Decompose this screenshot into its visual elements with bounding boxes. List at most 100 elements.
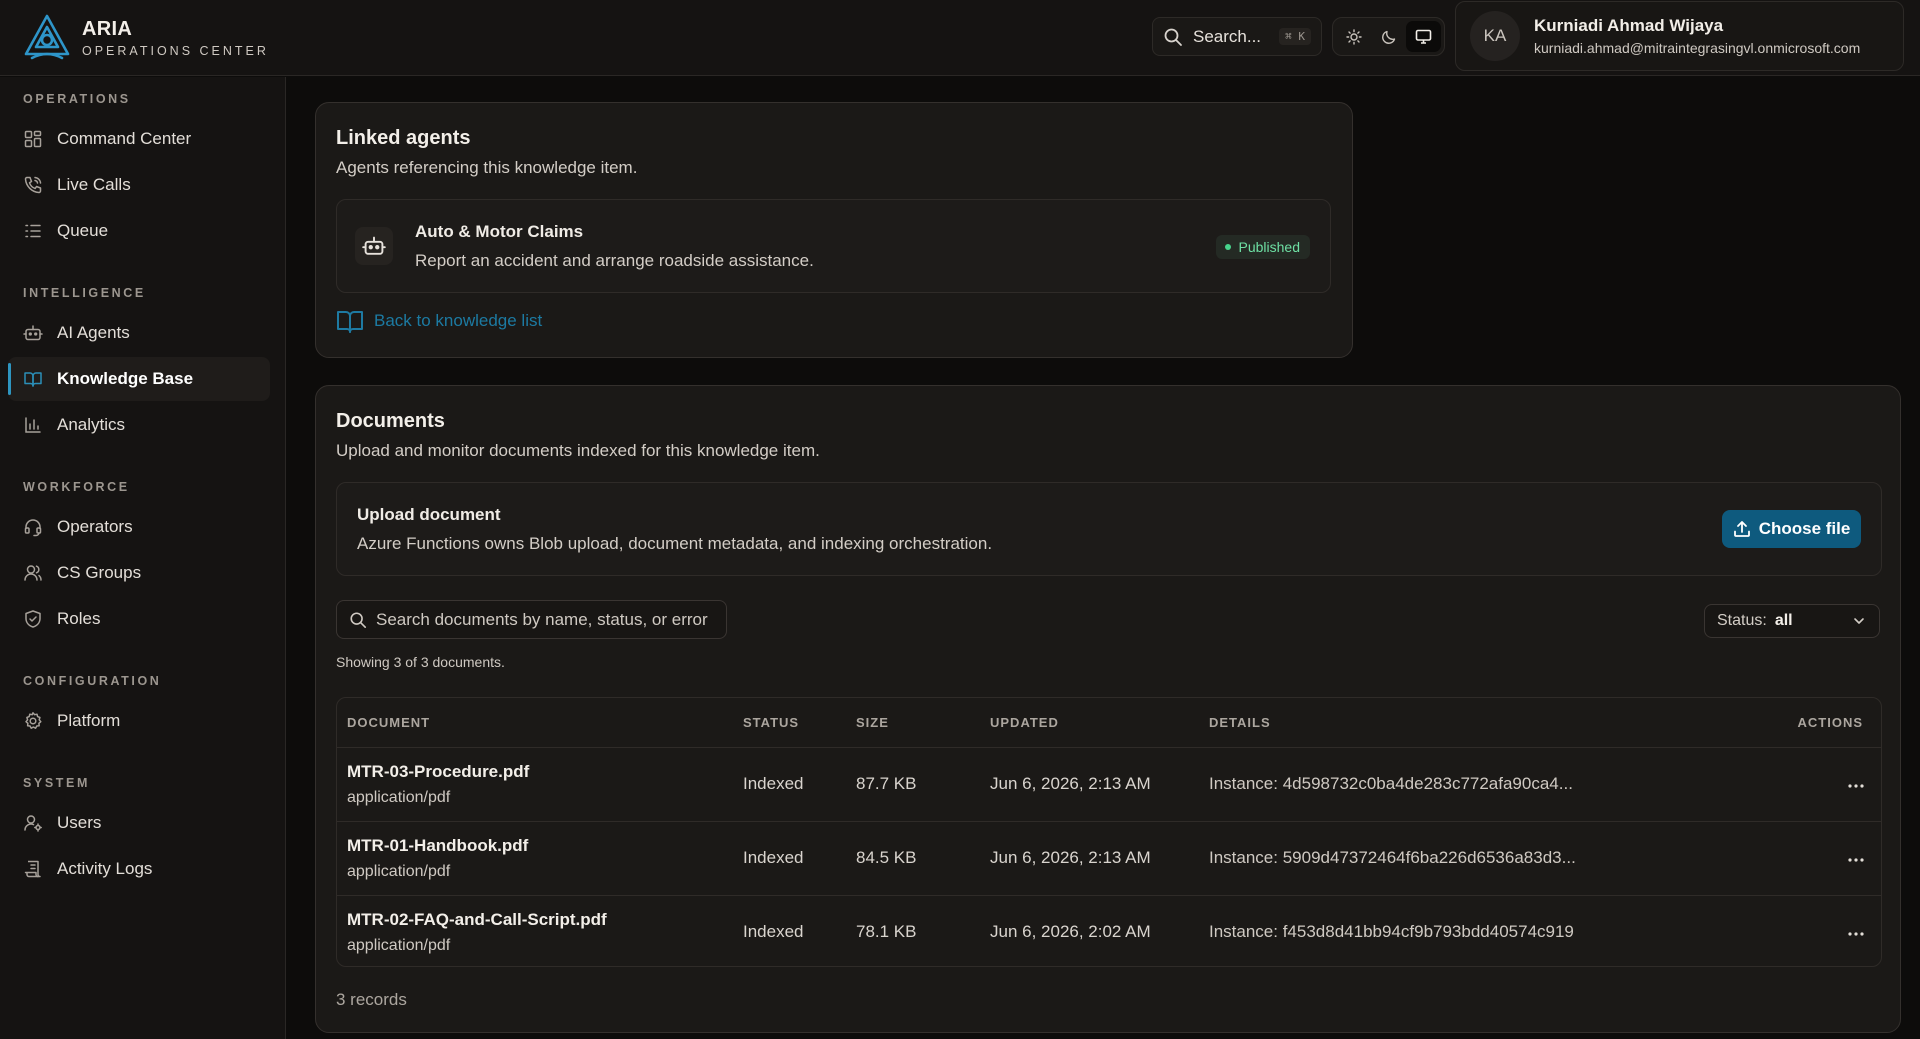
log-icon bbox=[24, 860, 41, 878]
shield-icon bbox=[25, 610, 41, 628]
row-actions-button[interactable] bbox=[1847, 857, 1865, 863]
table-row[interactable]: MTR-01-Handbook.pdf application/pdf Index… bbox=[337, 821, 1881, 895]
sidebar-item-command-center[interactable]: Command Center bbox=[8, 117, 270, 161]
sidebar-item-users[interactable]: Users bbox=[8, 801, 270, 845]
sidebar-item-cs-groups[interactable]: CS Groups bbox=[8, 551, 270, 595]
document-updated: Jun 6, 2026, 2:13 AM bbox=[990, 774, 1151, 793]
choose-file-button[interactable]: Choose file bbox=[1722, 510, 1861, 548]
linked-agents-title: Linked agents bbox=[336, 127, 471, 149]
column-header-actions: ACTIONS bbox=[1673, 698, 1881, 748]
sidebar-item-queue[interactable]: Queue bbox=[8, 209, 270, 253]
user-name: Kurniadi Ahmad Wijaya bbox=[1534, 16, 1724, 35]
agent-description: Report an accident and arrange roadside … bbox=[415, 251, 814, 270]
document-size: 78.1 KB bbox=[856, 922, 917, 942]
sidebar-item-roles[interactable]: Roles bbox=[8, 597, 270, 641]
status-dot bbox=[1224, 244, 1231, 250]
brand-subtitle: OPERATIONS CENTER bbox=[82, 43, 269, 58]
linked-agent-item[interactable]: Auto & Motor Claims Report an accident a… bbox=[336, 199, 1331, 293]
status-filter-label: Status: bbox=[1717, 612, 1767, 629]
bar-chart-icon bbox=[25, 417, 41, 433]
linked-agents-subtitle: Agents referencing this knowledge item. bbox=[336, 158, 638, 177]
document-search-input[interactable] bbox=[376, 609, 716, 630]
sidebar-item-label: Activity Logs bbox=[57, 859, 153, 878]
global-search-button[interactable]: Search... ⌘ K bbox=[1152, 17, 1322, 56]
sidebar-item-analytics[interactable]: Analytics bbox=[8, 403, 270, 447]
gear-icon bbox=[25, 712, 42, 729]
sidebar-item-label: Platform bbox=[57, 711, 121, 730]
records-count: 3 records bbox=[336, 990, 407, 1009]
headset-icon bbox=[24, 519, 42, 537]
row-actions-button[interactable] bbox=[1847, 931, 1865, 937]
sidebar-item-knowledge-base[interactable]: Knowledge Base bbox=[8, 357, 270, 401]
sidebar-item-ai-agents[interactable]: AI Agents bbox=[8, 311, 270, 355]
bot-icon bbox=[355, 227, 393, 265]
linked-agents-card: Linked agents Agents referencing this kn… bbox=[315, 102, 1353, 358]
search-icon bbox=[1164, 28, 1182, 46]
more-horizontal-icon bbox=[1848, 858, 1864, 862]
sidebar-item-operators[interactable]: Operators bbox=[8, 505, 270, 549]
user-menu[interactable]: KA Kurniadi Ahmad Wijaya kurniadi.ahmad@… bbox=[1455, 1, 1904, 71]
documents-count-text: Showing 3 of 3 documents. bbox=[336, 654, 505, 670]
row-actions-button[interactable] bbox=[1847, 783, 1865, 789]
document-type: application/pdf bbox=[347, 936, 451, 954]
user-cog-icon bbox=[24, 815, 42, 832]
theme-dark-button[interactable] bbox=[1371, 21, 1406, 52]
sidebar-item-label: Live Calls bbox=[57, 175, 131, 194]
chevron-down-icon bbox=[1854, 618, 1864, 624]
table-row[interactable]: MTR-03-Procedure.pdf application/pdf Inde… bbox=[337, 747, 1881, 821]
document-search-field[interactable] bbox=[336, 600, 727, 639]
document-type: application/pdf bbox=[347, 788, 451, 806]
sidebar-item-live-calls[interactable]: Live Calls bbox=[8, 163, 270, 207]
theme-system-button[interactable] bbox=[1406, 21, 1441, 52]
column-header-updated[interactable]: UPDATED bbox=[980, 698, 1199, 748]
document-details: Instance: f453d8d41bb94cf9b793bdd40574c9… bbox=[1209, 922, 1574, 942]
upload-document-panel: Upload document Azure Functions owns Blo… bbox=[336, 482, 1882, 576]
back-link-label: Back to knowledge list bbox=[374, 311, 543, 330]
table-row[interactable]: MTR-02-FAQ-and-Call-Script.pdf applicatio… bbox=[337, 895, 1881, 966]
sidebar-item-label: Analytics bbox=[57, 415, 126, 434]
sidebar-item-label: Knowledge Base bbox=[57, 369, 194, 388]
document-name[interactable]: MTR-01-Handbook.pdf bbox=[347, 836, 733, 856]
column-header-status[interactable]: STATUS bbox=[733, 698, 846, 748]
upload-description: Azure Functions owns Blob upload, docume… bbox=[357, 534, 993, 553]
document-status: Indexed bbox=[743, 848, 804, 867]
table-header-row: DOCUMENT STATUS SIZE UPDATED DETAILS ACT… bbox=[337, 698, 1881, 748]
status-badge: Published bbox=[1215, 235, 1310, 259]
document-updated: Jun 6, 2026, 2:02 AM bbox=[990, 922, 1151, 942]
avatar: KA bbox=[1470, 11, 1520, 61]
theme-light-button[interactable] bbox=[1336, 21, 1371, 52]
sidebar-section-intelligence: INTELLIGENCE bbox=[23, 286, 146, 300]
sidebar: OPERATIONS Command Center Live Calls Que… bbox=[0, 77, 286, 1039]
column-header-document[interactable]: DOCUMENT bbox=[337, 698, 733, 748]
document-size: 87.7 KB bbox=[856, 774, 917, 793]
document-status: Indexed bbox=[743, 774, 804, 793]
document-status: Indexed bbox=[743, 922, 804, 942]
document-updated: Jun 6, 2026, 2:13 AM bbox=[990, 848, 1151, 867]
sidebar-section-workforce: WORKFORCE bbox=[23, 480, 130, 494]
status-badge-label: Published bbox=[1238, 239, 1301, 255]
sidebar-item-label: Roles bbox=[57, 609, 101, 628]
brand[interactable]: ARIA OPERATIONS CENTER bbox=[22, 12, 269, 62]
upload-icon bbox=[1733, 521, 1750, 537]
upload-title: Upload document bbox=[357, 505, 501, 524]
document-name[interactable]: MTR-03-Procedure.pdf bbox=[347, 762, 733, 782]
search-shortcut: ⌘ K bbox=[1279, 28, 1311, 45]
sidebar-item-label: Users bbox=[57, 813, 102, 832]
sidebar-item-activity-logs[interactable]: Activity Logs bbox=[8, 847, 270, 891]
status-filter-select[interactable]: Status: all bbox=[1704, 604, 1880, 638]
back-to-knowledge-list-link[interactable]: Back to knowledge list bbox=[336, 308, 542, 334]
sidebar-item-platform[interactable]: Platform bbox=[8, 699, 270, 743]
document-name[interactable]: MTR-02-FAQ-and-Call-Script.pdf bbox=[347, 910, 733, 930]
document-size: 84.5 KB bbox=[856, 848, 917, 867]
users-icon bbox=[24, 565, 42, 581]
book-icon bbox=[337, 311, 363, 333]
documents-card: Documents Upload and monitor documents i… bbox=[315, 385, 1901, 1033]
column-header-size[interactable]: SIZE bbox=[846, 698, 980, 748]
user-email: kurniadi.ahmad@mitraintegrasingvl.onmicr… bbox=[1534, 40, 1861, 56]
top-bar: ARIA OPERATIONS CENTER Search... ⌘ K KA … bbox=[0, 0, 1920, 76]
more-horizontal-icon bbox=[1848, 932, 1864, 936]
documents-subtitle: Upload and monitor documents indexed for… bbox=[336, 441, 820, 460]
sidebar-item-label: AI Agents bbox=[57, 323, 130, 342]
search-icon bbox=[350, 611, 367, 628]
bot-icon bbox=[23, 325, 43, 341]
